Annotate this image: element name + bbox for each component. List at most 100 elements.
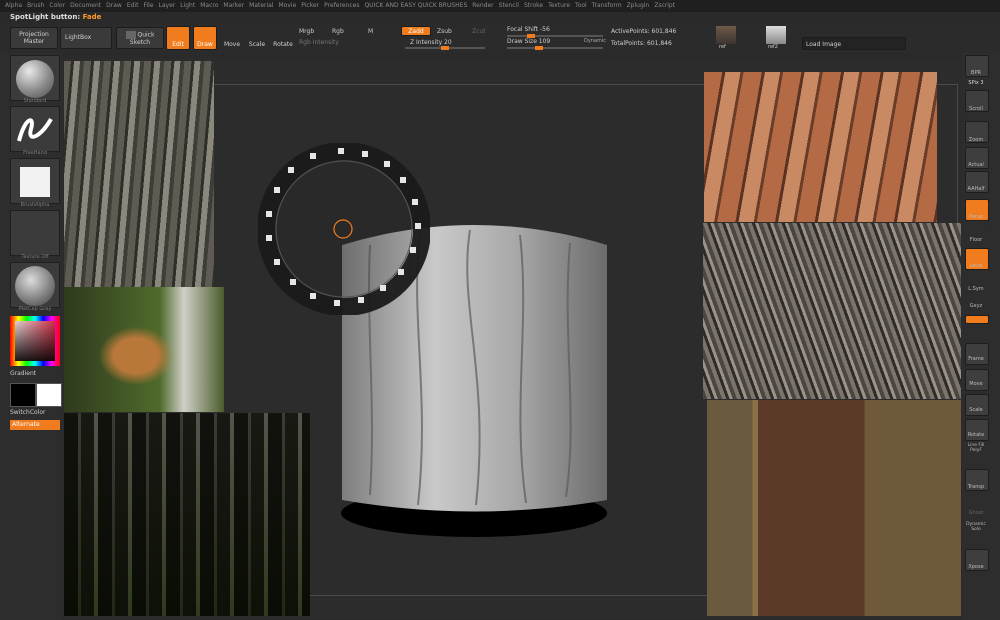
matcap-sphere-icon bbox=[15, 266, 55, 306]
menu-item[interactable]: Macro bbox=[200, 2, 218, 9]
stroke-caption: FreeHand bbox=[23, 150, 47, 156]
menu-item[interactable]: Draw bbox=[106, 2, 122, 9]
frame-label: Frame bbox=[968, 356, 984, 362]
alternate-button[interactable]: Alternate bbox=[10, 420, 60, 430]
spotlight-status: SpotLight button: Fade bbox=[10, 13, 101, 21]
polyf-button[interactable]: Line Fill PolyF bbox=[962, 443, 990, 453]
brush-thumbnail[interactable] bbox=[10, 55, 60, 101]
xyz-rotate-button[interactable] bbox=[965, 315, 989, 324]
menu-item[interactable]: Picker bbox=[301, 2, 319, 9]
sketch-icon bbox=[125, 31, 136, 39]
quick-sketch-button[interactable]: Quick Sketch bbox=[116, 27, 164, 49]
scale-button[interactable]: Scale bbox=[246, 26, 268, 50]
active-points: ActivePoints: 601,846 bbox=[611, 28, 677, 35]
focal-shift-label: Focal Shift -56 bbox=[507, 26, 550, 33]
zcut-toggle[interactable]: Zcut bbox=[472, 28, 486, 35]
z-intensity-label: Z Intensity 20 bbox=[410, 39, 452, 46]
rotate-view-label: Rotate bbox=[967, 432, 985, 438]
left-shelf: Standard FreeHand BrushAlpha Texture Off… bbox=[0, 53, 62, 620]
menu-item[interactable]: Stroke bbox=[524, 2, 543, 9]
brush-cursor-icon bbox=[333, 219, 353, 239]
menu-item[interactable]: Light bbox=[180, 2, 195, 9]
secondary-color-swatch[interactable] bbox=[36, 383, 62, 407]
menu-item[interactable]: Preferences bbox=[324, 2, 359, 9]
switch-color-button[interactable]: SwitchColor bbox=[10, 409, 60, 416]
alpha-thumbnail[interactable] bbox=[10, 158, 60, 204]
zsub-toggle[interactable]: Zsub bbox=[437, 28, 452, 35]
rotate-label: Rotate bbox=[273, 41, 293, 48]
projection-master-label: Projection Master bbox=[19, 31, 49, 45]
standard-brush-icon bbox=[16, 60, 54, 98]
local-label: Local bbox=[969, 263, 983, 269]
gxyz-toggle[interactable]: Gxyz bbox=[962, 303, 990, 309]
menu-item[interactable]: Layer bbox=[159, 2, 176, 9]
move-view-button[interactable] bbox=[965, 369, 989, 391]
zoom-label: Zoom bbox=[968, 137, 984, 143]
menu-item[interactable]: Color bbox=[49, 2, 65, 9]
menu-item[interactable]: Alpha bbox=[5, 2, 22, 9]
m-toggle[interactable]: M bbox=[368, 28, 373, 35]
menu-item[interactable]: Marker bbox=[223, 2, 244, 9]
texture-thumbnail[interactable] bbox=[10, 210, 60, 256]
projection-master-button[interactable]: Projection Master bbox=[10, 27, 58, 49]
menu-item[interactable]: Document bbox=[70, 2, 101, 9]
rgb-intensity-slider[interactable]: Rgb Intensity bbox=[299, 39, 339, 46]
draw-button[interactable]: Draw bbox=[193, 26, 217, 50]
rgb-toggle[interactable]: Rgb bbox=[332, 28, 344, 35]
alpha-square-icon bbox=[20, 167, 50, 197]
menu-item[interactable]: Material bbox=[249, 2, 273, 9]
zadd-label: Zadd bbox=[408, 28, 424, 35]
edit-button[interactable]: Edit bbox=[166, 26, 190, 50]
actual-label: Actual bbox=[968, 162, 984, 168]
spix-slider[interactable]: SPix 3 bbox=[962, 80, 990, 86]
color-picker[interactable] bbox=[10, 316, 60, 366]
menu-bar: Alpha Brush Color Document Draw Edit File Layer… bbox=[0, 0, 1000, 12]
move-button[interactable]: Move bbox=[221, 26, 243, 50]
lightbox-button[interactable]: LightBox bbox=[60, 27, 112, 49]
bark-reference-image-1[interactable] bbox=[64, 61, 214, 287]
menu-item[interactable]: Edit bbox=[127, 2, 139, 9]
scale-view-label: Scale bbox=[969, 407, 983, 413]
z-intensity-slider[interactable] bbox=[405, 46, 485, 50]
menu-item[interactable]: Tool bbox=[575, 2, 587, 9]
load-image-label: Load Image bbox=[806, 41, 842, 48]
birch-forest-reference-image[interactable] bbox=[64, 413, 310, 616]
dynamic-toggle[interactable]: Dynamic bbox=[584, 38, 606, 44]
menu-item[interactable]: Zscript bbox=[654, 2, 675, 9]
material-thumbnail[interactable] bbox=[10, 262, 60, 308]
stroke-thumbnail[interactable] bbox=[10, 106, 60, 152]
menu-item[interactable]: Movie bbox=[279, 2, 297, 9]
spotlight-label: SpotLight button: bbox=[10, 13, 81, 21]
bpr-label: BPR bbox=[971, 70, 981, 76]
transp-label: Transp bbox=[967, 484, 985, 490]
menu-item[interactable]: Brush bbox=[27, 2, 44, 9]
ref-thumbnail[interactable] bbox=[716, 26, 736, 44]
pine-bark-reference-image[interactable] bbox=[704, 72, 937, 222]
right-shelf: BPR SPix 3 Scroll Zoom Actual AAHalf Per… bbox=[962, 53, 1000, 620]
persp-label: Persp bbox=[969, 214, 983, 220]
load-image-button[interactable]: Load Image bbox=[802, 37, 906, 50]
gradient-label[interactable]: Gradient bbox=[10, 370, 60, 377]
mrgb-toggle[interactable]: Mrgb bbox=[299, 28, 314, 35]
primary-color-swatch[interactable] bbox=[10, 383, 36, 407]
focal-shift-slider[interactable] bbox=[507, 34, 603, 38]
menu-item[interactable]: Transform bbox=[592, 2, 622, 9]
menu-item[interactable]: File bbox=[143, 2, 153, 9]
ghost-button[interactable]: Ghost bbox=[962, 510, 990, 516]
floor-label: Floor bbox=[969, 237, 983, 243]
lsym-toggle[interactable]: L.Sym bbox=[962, 286, 990, 292]
draw-size-slider[interactable] bbox=[507, 46, 603, 50]
menu-item[interactable]: Render bbox=[472, 2, 493, 9]
total-points: TotalPoints: 601,846 bbox=[611, 40, 672, 47]
solo-button[interactable]: Dynamic Solo bbox=[962, 522, 990, 532]
fibrous-bark-reference-image[interactable] bbox=[703, 223, 961, 399]
mushroom-reference-image[interactable] bbox=[64, 287, 224, 412]
menu-item[interactable]: Stencil bbox=[499, 2, 519, 9]
rotate-button[interactable]: Rotate bbox=[271, 26, 295, 50]
menu-item[interactable]: Zplugin bbox=[627, 2, 650, 9]
tree-trunk-forest-reference-image[interactable] bbox=[707, 400, 961, 616]
menu-item[interactable]: Texture bbox=[548, 2, 570, 9]
ref2-thumbnail[interactable] bbox=[766, 26, 786, 44]
zadd-button[interactable]: Zadd bbox=[401, 26, 431, 36]
menu-item[interactable]: QUICK AND EASY QUICK BRUSHES bbox=[364, 2, 467, 9]
